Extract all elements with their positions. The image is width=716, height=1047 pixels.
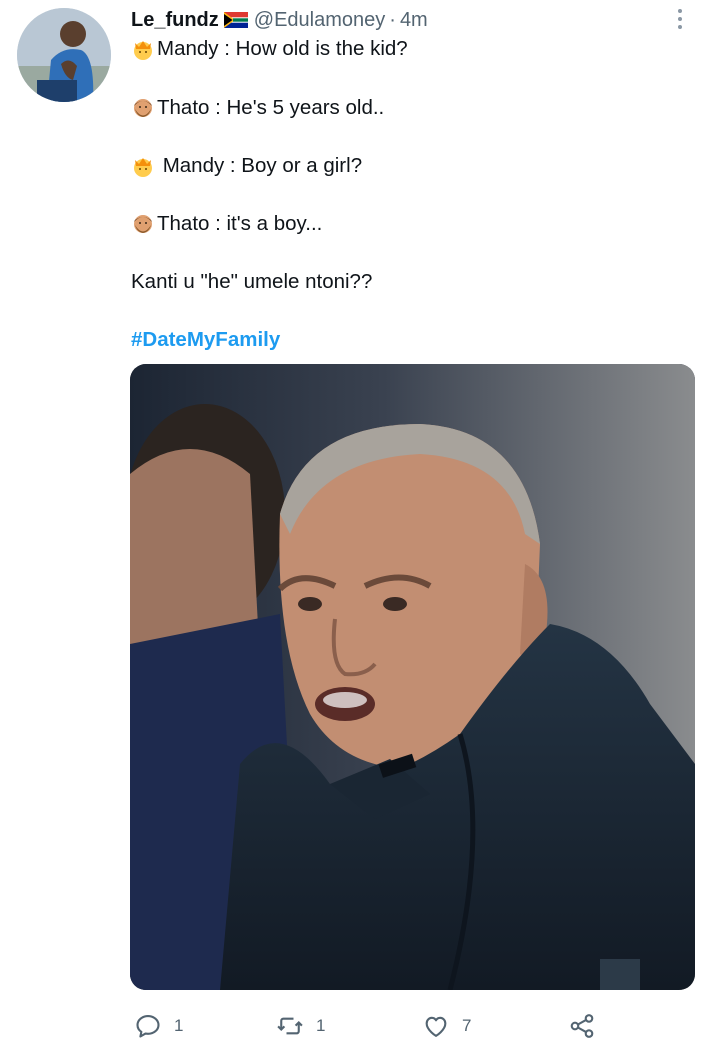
separator-dot: · [389, 8, 396, 31]
tweet-text: Mandy : How old is the kid? [157, 37, 408, 60]
reply-icon [136, 1015, 160, 1038]
tweet-line-2: Thato : He's 5 years old.. [131, 94, 384, 122]
princess-emoji [134, 158, 152, 177]
more-options-icon[interactable] [672, 6, 688, 32]
man-bearded-emoji [134, 99, 152, 117]
tweet-header: Le_fundz @Edulamoney · 4m [131, 6, 428, 34]
like-count: 7 [462, 1016, 472, 1035]
tweet-media-image[interactable] [130, 364, 695, 990]
retweet-icon [277, 1017, 303, 1035]
share-button[interactable] [568, 1008, 596, 1044]
avatar-photo [17, 8, 111, 102]
share-icon [570, 1014, 594, 1038]
heart-icon [425, 1016, 447, 1037]
tweet-text: Thato : He's 5 years old.. [157, 96, 385, 119]
user-handle[interactable]: @Edulamoney [254, 9, 385, 32]
timestamp[interactable]: 4m [400, 9, 428, 32]
tweet-line-1: Mandy : How old is the kid? [131, 35, 408, 63]
tweet-text: Thato : it's a boy... [157, 212, 323, 235]
tweet-line-4: Thato : it's a boy... [131, 210, 322, 238]
tweet-actions-bar: 1 1 7 [0, 1008, 716, 1044]
tweet-text: Kanti u "he" umele ntoni?? [131, 270, 373, 293]
man-bearded-emoji [134, 215, 152, 233]
tweet-line-5: Kanti u "he" umele ntoni?? [131, 268, 372, 296]
reply-button[interactable]: 1 [134, 1008, 183, 1044]
like-button[interactable]: 7 [422, 1008, 471, 1044]
avatar[interactable] [17, 8, 111, 102]
south-africa-flag-icon [223, 12, 248, 28]
reply-count: 1 [174, 1016, 184, 1035]
princess-emoji [134, 41, 152, 60]
photo-of-man-in-dark-jacket [130, 364, 695, 990]
hashtag-link[interactable]: #DateMyFamily [131, 326, 280, 354]
retweet-button[interactable]: 1 [276, 1008, 325, 1044]
display-name[interactable]: Le_fundz [131, 9, 219, 32]
tweet-line-3: Mandy : Boy or a girl? [131, 152, 362, 180]
retweet-count: 1 [316, 1016, 326, 1035]
tweet-text: Mandy : Boy or a girl? [157, 154, 363, 177]
